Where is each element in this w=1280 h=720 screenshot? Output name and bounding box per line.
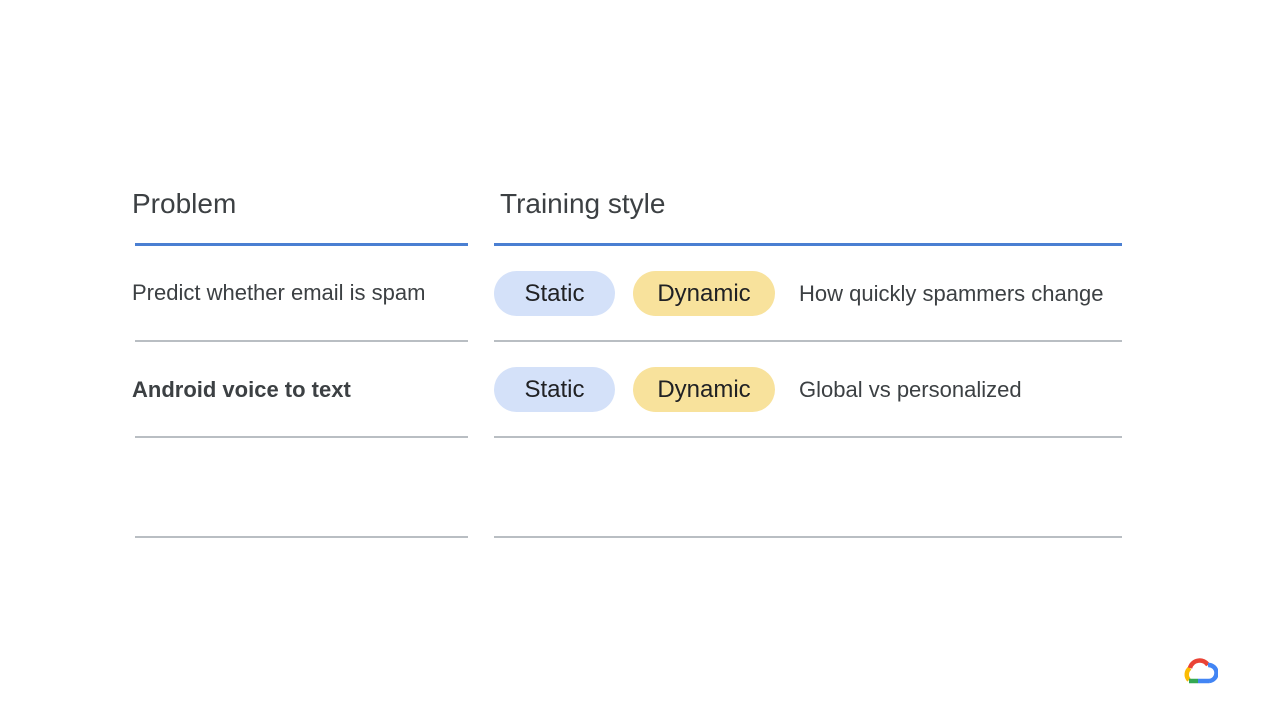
problem-text: Predict whether email is spam	[132, 280, 426, 305]
header-training-style: Training style	[500, 188, 666, 219]
problem-text: Android voice to text	[132, 377, 351, 402]
dynamic-chip[interactable]: Dynamic	[633, 271, 775, 316]
row-divider	[494, 536, 1122, 538]
static-chip[interactable]: Static	[494, 271, 615, 316]
row-note: How quickly spammers change	[799, 281, 1104, 306]
row-divider	[135, 536, 468, 538]
row-divider	[135, 340, 468, 342]
header-problem: Problem	[132, 188, 237, 219]
google-cloud-logo-icon	[1184, 658, 1218, 684]
row-note: Global vs personalized	[799, 377, 1022, 402]
dynamic-chip[interactable]: Dynamic	[633, 367, 775, 412]
row-divider	[494, 340, 1122, 342]
row-divider	[135, 436, 468, 438]
row-divider	[494, 436, 1122, 438]
header-divider-training-style	[494, 243, 1122, 246]
header-divider-problem	[135, 243, 468, 246]
static-chip[interactable]: Static	[494, 367, 615, 412]
